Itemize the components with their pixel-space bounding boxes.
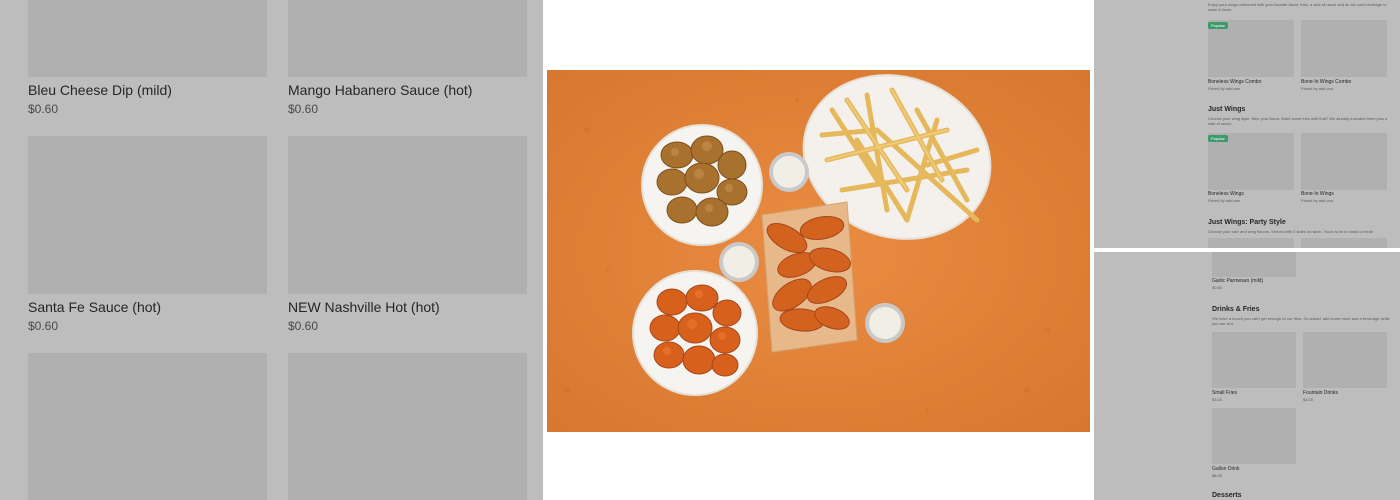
item-image[interactable] bbox=[1212, 332, 1296, 388]
item-name[interactable]: Boneless Wings bbox=[1208, 191, 1244, 197]
item-name[interactable]: Garlic Parmesan (mild) bbox=[1212, 278, 1263, 284]
section-description: Choose your wing style, then your flavor… bbox=[1208, 116, 1388, 126]
item-image bbox=[28, 0, 267, 77]
item-price: $8.00 bbox=[1212, 473, 1223, 478]
item-name[interactable]: Gallon Drink bbox=[1212, 466, 1240, 472]
item-image bbox=[288, 0, 527, 77]
item-price: $0.60 bbox=[1212, 285, 1223, 290]
list-item[interactable]: Mango Habanero Sauce (hot) $0.60 bbox=[288, 0, 527, 116]
item-image[interactable] bbox=[1212, 408, 1296, 464]
item-price: Priced by add-ons bbox=[1301, 198, 1334, 203]
item-price: Priced by add-ons bbox=[1208, 198, 1241, 203]
item-image bbox=[288, 136, 527, 294]
item-name: Santa Fe Sauce (hot) bbox=[28, 299, 162, 315]
item-name[interactable]: Small Fries bbox=[1212, 390, 1237, 396]
item-name: Bleu Cheese Dip (mild) bbox=[28, 82, 172, 98]
item-image[interactable] bbox=[1301, 20, 1387, 77]
hero-food-photo bbox=[547, 70, 1090, 432]
item-image[interactable] bbox=[1301, 133, 1387, 190]
item-name[interactable]: Boneless Wings Combo bbox=[1208, 79, 1261, 85]
item-image bbox=[288, 353, 527, 500]
item-price: Priced by add-ons bbox=[1208, 86, 1241, 91]
item-price: $0.60 bbox=[288, 102, 319, 116]
popular-badge: Popular bbox=[1208, 22, 1228, 29]
item-price: $3.00 bbox=[1212, 397, 1223, 402]
item-price: $0.60 bbox=[28, 319, 59, 333]
food-illustration bbox=[547, 70, 1090, 432]
section-title: Drinks & Fries bbox=[1212, 306, 1260, 313]
item-image bbox=[28, 136, 267, 294]
section-title: Just Wings: Party Style bbox=[1208, 219, 1286, 226]
item-image bbox=[28, 353, 267, 500]
list-item[interactable]: NEW Nashville Hot (hot) $0.60 bbox=[288, 136, 527, 333]
popular-badge: Popular bbox=[1208, 135, 1228, 142]
item-name: NEW Nashville Hot (hot) bbox=[288, 299, 440, 315]
section-description: We have a hunch you can't get enough of … bbox=[1212, 316, 1390, 326]
section-description: Enjoy your wings drenched with your favo… bbox=[1208, 2, 1387, 12]
screenshot-composite: Bleu Cheese Dip (mild) $0.60 Mango Haban… bbox=[0, 0, 1400, 500]
item-name[interactable]: Bone-In Wings Combo bbox=[1301, 79, 1351, 85]
item-name[interactable]: Fountain Drinks bbox=[1303, 390, 1338, 396]
list-item[interactable]: Santa Fe Sauce (hot) $0.60 bbox=[28, 136, 267, 333]
list-item[interactable] bbox=[28, 353, 267, 500]
list-item[interactable]: Bleu Cheese Dip (mild) $0.60 bbox=[28, 0, 267, 116]
section-title: Just Wings bbox=[1208, 106, 1246, 113]
menu-items-grid: Bleu Cheese Dip (mild) $0.60 Mango Haban… bbox=[0, 0, 543, 500]
item-name: Mango Habanero Sauce (hot) bbox=[288, 82, 473, 98]
item-image[interactable] bbox=[1301, 238, 1387, 248]
menu-panel-wings: Enjoy your wings drenched with your favo… bbox=[1094, 0, 1400, 248]
item-name[interactable]: Bone-In Wings bbox=[1301, 191, 1334, 197]
item-image[interactable] bbox=[1208, 238, 1294, 248]
menu-panel-drinks: Garlic Parmesan (mild) $0.60 Drinks & Fr… bbox=[1094, 252, 1400, 500]
item-image[interactable] bbox=[1212, 252, 1296, 277]
item-price: $0.60 bbox=[28, 102, 59, 116]
section-description: Choose your size and wing flavors. Serve… bbox=[1208, 229, 1374, 234]
item-price: $0.60 bbox=[288, 319, 319, 333]
list-item[interactable] bbox=[288, 353, 527, 500]
item-image[interactable] bbox=[1303, 332, 1387, 388]
section-title: Desserts bbox=[1212, 492, 1242, 499]
item-price: $3.00 bbox=[1303, 397, 1314, 402]
item-price: Priced by add-ons bbox=[1301, 86, 1334, 91]
